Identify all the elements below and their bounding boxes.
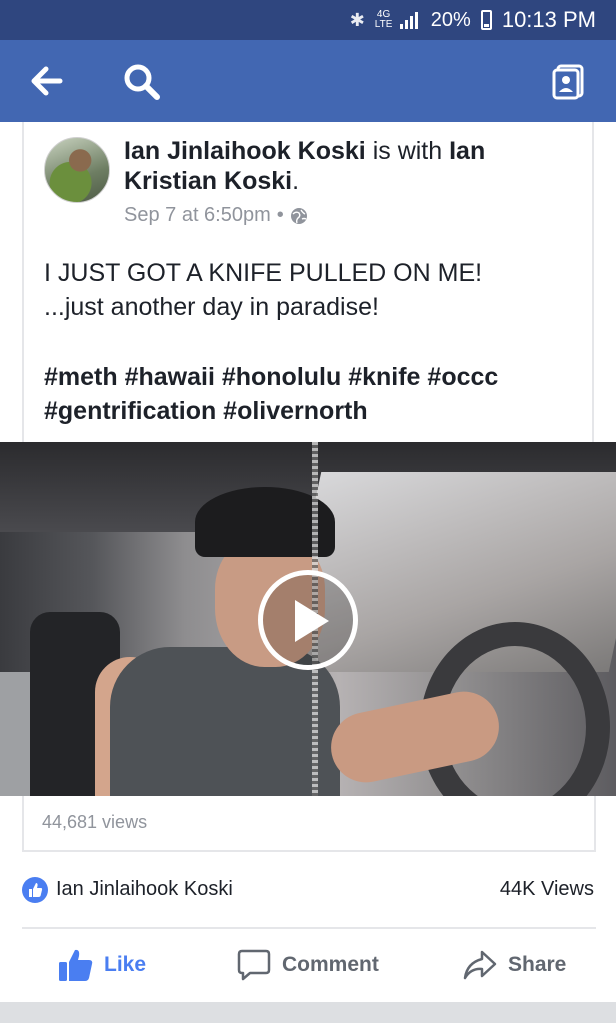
post-meta: Sep 7 at 6:50pm • [124,204,308,227]
globe-icon [290,207,307,224]
search-icon[interactable] [122,62,162,102]
hashtag-line[interactable]: #gentrification #olivernorth [44,394,584,428]
video-views-count: 44,681 views [42,812,148,832]
share-button[interactable]: Share [462,948,566,982]
comment-bubble-icon [237,949,271,981]
author-name-link[interactable]: Ian Jinlaihook Koski [124,137,366,165]
comment-button[interactable]: Comment [236,948,379,982]
hashtag-line[interactable]: #meth #hawaii #honolulu #knife #occc [44,360,584,394]
reaction-names[interactable]: Ian Jinlaihook Koski [56,878,233,901]
like-button[interactable]: Like [58,948,146,982]
comment-label: Comment [282,953,379,976]
post-header: Ian Jinlaihook Koski is with Ian Kristia… [124,136,564,196]
separator-dot: • [276,204,284,226]
profile-card-icon[interactable] [552,64,586,100]
post-timestamp[interactable]: Sep 7 at 6:50pm [124,204,271,227]
avatar[interactable] [44,137,110,203]
views-count[interactable]: 44K Views [500,878,594,901]
post-text-line: ...just another day in paradise! [44,293,379,321]
post-actions-bar: Like Comment Share [0,930,616,1002]
feed-separator [0,1002,616,1023]
share-arrow-icon [463,950,497,980]
top-nav-bar [0,40,616,122]
bluetooth-icon: ✱ [349,9,365,30]
battery-percent: 20% [430,8,471,31]
signal-icon [399,11,421,29]
network-type-label: 4G LTE [374,9,393,30]
period-text: . [292,167,300,195]
like-label: Like [104,953,147,976]
video-views-box: 44,681 views [22,796,596,852]
thumbs-up-icon [59,949,93,981]
battery-icon [480,10,492,30]
post-card: Ian Jinlaihook Koski is with Ian Kristia… [22,122,594,442]
divider [22,927,596,929]
post-text-line: I JUST GOT A KNIFE PULLED ON ME! [44,259,483,287]
reactions-row[interactable]: Ian Jinlaihook Koski 44K Views [0,862,616,924]
post-hashtags: #meth #hawaii #honolulu #knife #occc #ge… [44,360,584,428]
clock: 10:13 PM [501,7,596,32]
with-text: is with [372,137,443,165]
post-body: I JUST GOT A KNIFE PULLED ON ME! ...just… [44,256,584,324]
arrow-left-icon[interactable] [30,66,64,96]
play-icon[interactable] [258,570,358,670]
status-bar: ✱ 4G LTE 20% 10:13 PM [0,0,616,40]
like-badge-icon [22,877,48,903]
video-player[interactable] [0,442,616,796]
share-label: Share [508,953,567,976]
